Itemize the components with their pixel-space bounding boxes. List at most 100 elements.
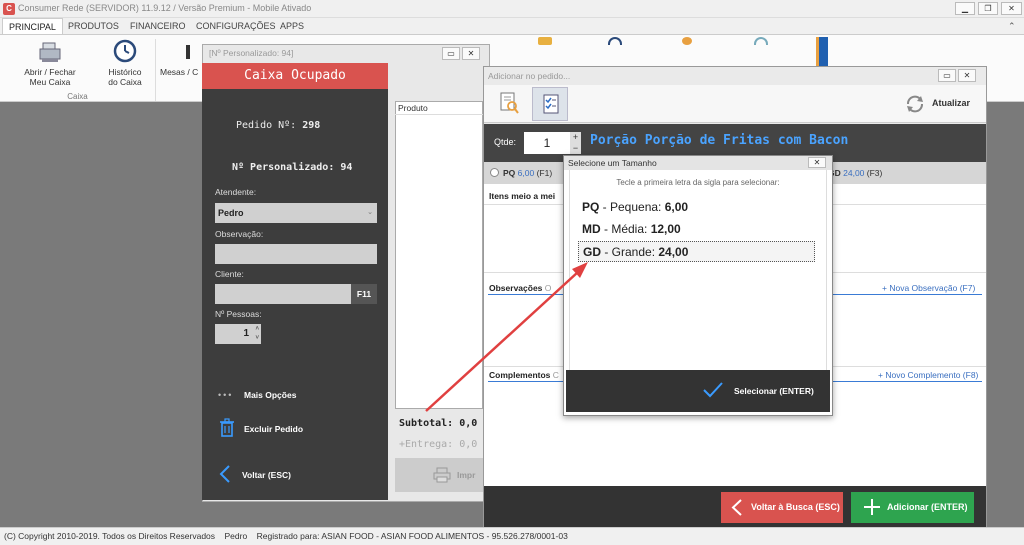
observacoes-hint: O <box>544 283 552 293</box>
product-name: Porção Porção de Fritas com Bacon <box>590 133 849 148</box>
option-price: 6,00 <box>664 200 689 214</box>
excluir-pedido-button[interactable]: Excluir Pedido <box>244 424 303 434</box>
produto-list <box>395 101 483 409</box>
itens-meio-title: Itens meio a mei <box>489 191 556 201</box>
complementos-title: Complementos C <box>489 370 559 380</box>
option-name: - Média: <box>600 222 651 236</box>
mesas-label: Mesas / C <box>160 67 199 77</box>
cliente-label: Cliente: <box>215 269 244 279</box>
checkmark-icon <box>703 382 723 398</box>
pessoas-value: 1 <box>243 328 249 339</box>
complementos-label: Complementos <box>489 370 551 380</box>
chevron-down-icon: ⌄ <box>367 209 373 216</box>
clock-icon <box>113 39 137 63</box>
partial-ribbon-icon <box>754 37 768 45</box>
subtotal-text: Subtotal: 0,0 <box>399 418 478 429</box>
status-bar: (C) Copyright 2010-2019. Todos os Direit… <box>0 527 1024 545</box>
size-pq-code: PQ <box>503 168 516 178</box>
voltar-button[interactable]: Voltar (ESC) <box>242 470 291 480</box>
dialog-close-button[interactable]: ✕ <box>808 157 826 168</box>
adicionar-close-button[interactable]: ✕ <box>958 69 976 82</box>
imprimir-button[interactable]: Impr <box>395 458 483 492</box>
option-price: 24,00 <box>658 245 689 259</box>
partial-ribbon-icon <box>538 37 552 45</box>
voltar-busca-label: Voltar à Busca (ESC) <box>751 502 840 512</box>
num-personalizado: Nº Personalizado: 94 <box>232 162 352 173</box>
voltar-busca-button[interactable]: Voltar à Busca (ESC) <box>721 492 843 523</box>
tab-principal[interactable]: PRINCIPAL <box>2 18 63 34</box>
checklist-tab[interactable] <box>532 87 568 121</box>
complementos-hint: C <box>552 370 559 380</box>
pedido-window-close-button[interactable]: ✕ <box>462 47 480 60</box>
qtde-label: Qtde: <box>494 137 517 147</box>
dialog-bottom-bar: Selecionar (ENTER) <box>566 370 830 412</box>
chevron-left-icon[interactable] <box>219 464 231 484</box>
adicionar-restore-button[interactable]: ▭ <box>938 69 956 82</box>
copyright-text: (C) Copyright 2010-2019. Todos os Direit… <box>4 531 216 541</box>
produto-header: Produto <box>395 101 483 115</box>
pedido-value: 298 <box>302 120 321 131</box>
restore-button[interactable]: ❐ <box>978 2 998 15</box>
mais-opcoes-button[interactable]: Mais Opções <box>244 390 296 400</box>
option-price: 12,00 <box>650 222 681 236</box>
pessoas-stepper[interactable]: 1 ˄ ˅ <box>215 324 261 344</box>
cliente-search-button[interactable]: F11 <box>351 284 377 304</box>
pedido-number: Pedido Nº: 298 <box>236 120 320 131</box>
abrir-fechar-caixa-button[interactable]: Abrir / Fechar Meu Caixa <box>20 39 80 87</box>
ribbon-separator <box>155 39 156 101</box>
novo-complemento-link[interactable]: + Novo Complemento (F8) <box>878 370 978 380</box>
observacao-input[interactable] <box>215 244 377 264</box>
size-option-md[interactable]: MD - Média: 12,00 <box>578 219 815 240</box>
dialog-hint: Tecle a primeira letra da sigla para sel… <box>616 178 780 187</box>
trash-icon[interactable] <box>219 418 235 438</box>
observacao-label: Observação: <box>215 229 264 239</box>
title-bar: C Consumer Rede (SERVIDOR) 11.9.12 / Ver… <box>0 0 1024 18</box>
atualizar-button[interactable]: Atualizar <box>932 98 970 108</box>
size-pq-option[interactable]: PQ 6,00 (F1) <box>503 168 552 178</box>
atendente-select[interactable]: Pedro ⌄ <box>215 203 377 223</box>
pedido-label: Pedido Nº: <box>236 120 297 131</box>
historico-label-2: do Caixa <box>108 77 142 87</box>
adicionar-button[interactable]: Adicionar (ENTER) <box>851 492 974 523</box>
mesas-button[interactable]: Mesas / C <box>160 39 202 77</box>
pedido-window-title: [Nº Personalizado: 94] <box>209 48 294 58</box>
qtde-plus-button[interactable]: + <box>570 132 581 143</box>
adicionar-toolbar: Atualizar <box>484 85 986 123</box>
size-option-gd[interactable]: GD - Grande: 24,00 <box>578 241 815 262</box>
chevron-left-icon <box>731 499 742 516</box>
refresh-icon[interactable] <box>904 93 926 115</box>
qtde-input[interactable]: 1 <box>524 132 570 154</box>
minimize-button[interactable]: ▁ <box>955 2 975 15</box>
qtde-minus-button[interactable]: − <box>570 143 581 154</box>
stepper-arrows-icon[interactable]: ˄ ˅ <box>255 325 259 343</box>
cliente-input[interactable] <box>215 284 351 304</box>
pedido-window-restore-button[interactable]: ▭ <box>442 47 460 60</box>
cash-register-icon <box>39 42 61 62</box>
more-dots-icon: ••• <box>218 390 234 400</box>
nova-observacao-link[interactable]: + Nova Observação (F7) <box>882 283 975 293</box>
size-option-pq[interactable]: PQ - Pequena: 6,00 <box>578 197 815 218</box>
registrado-text: Registrado para: ASIAN FOOD - ASIAN FOOD… <box>256 531 568 541</box>
historico-caixa-button[interactable]: Histórico do Caixa <box>100 39 150 87</box>
historico-label-1: Histórico <box>108 67 142 77</box>
size-pq-radio[interactable] <box>490 168 499 177</box>
imprimir-label: Impr <box>457 470 476 480</box>
observacoes-label: Observações <box>489 283 543 293</box>
tab-apps[interactable]: APPS <box>274 18 310 34</box>
entrega-text: +Entrega: 0,0 <box>399 439 478 450</box>
collapse-ribbon-icon[interactable]: ⌃ <box>1008 21 1016 32</box>
adicionar-window-title: Adicionar no pedido... <box>488 71 571 81</box>
caixa-ocupado-banner: Caixa Ocupado <box>202 63 388 89</box>
tab-configuracoes[interactable]: CONFIGURAÇÕES <box>190 18 282 34</box>
abrir-fechar-label-2: Meu Caixa <box>29 77 71 87</box>
size-gd-option[interactable]: GD 24,00 (F3) <box>828 168 882 178</box>
tab-financeiro[interactable]: FINANCEIRO <box>124 18 192 34</box>
partial-ribbon-icon <box>816 37 828 67</box>
search-document-icon[interactable] <box>498 91 520 115</box>
partial-ribbon-icon <box>608 37 622 45</box>
tab-produtos[interactable]: PRODUTOS <box>62 18 125 34</box>
selecionar-button[interactable]: Selecionar (ENTER) <box>702 379 822 403</box>
printer-icon <box>433 467 451 483</box>
observacoes-title: Observações O <box>489 283 551 293</box>
close-button[interactable]: ✕ <box>1001 2 1022 15</box>
